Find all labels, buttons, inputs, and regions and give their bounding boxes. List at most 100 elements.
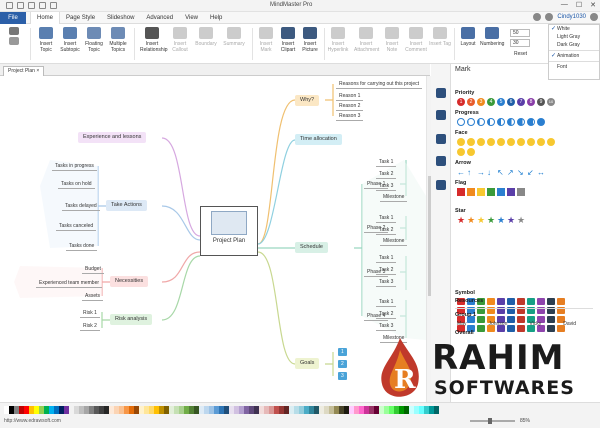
new-icon[interactable] [6,2,13,9]
neutral-face-icon[interactable] [487,138,495,146]
angry-face-icon[interactable] [507,138,515,146]
arrow-up-left-icon[interactable]: ↖ [497,168,505,177]
progress-icon[interactable] [457,118,465,126]
username[interactable]: Cindy1030 [557,14,586,20]
milestone-item[interactable]: Milestone [380,193,408,202]
spacing-v-input[interactable]: 30 [510,39,530,47]
tasks-canceled[interactable]: Tasks canceled [56,222,97,231]
cloud-icon[interactable] [533,13,542,21]
symbol-icon[interactable] [507,298,515,305]
tab-project-plan[interactable]: Project Plan × [3,66,45,76]
minimize-button[interactable]: — [561,1,568,9]
task-item[interactable]: Task 1 [376,214,397,223]
close-button[interactable]: ✕ [590,1,596,9]
outline-icon[interactable] [436,156,446,166]
menu-help[interactable]: Help [204,12,228,24]
arrow-horizontal-icon[interactable]: ↔ [537,168,545,177]
grin-face-icon[interactable] [467,138,475,146]
task-item[interactable]: Task 2 [376,310,397,319]
symbol-icon[interactable] [487,298,495,305]
share-icon[interactable] [545,13,554,21]
theme-white-option[interactable]: White [549,25,599,33]
arrow-down-icon[interactable]: ↓ [487,168,495,177]
milestone-item[interactable]: Milestone [380,237,408,246]
star-green-icon[interactable]: ★ [487,215,495,225]
priority-icon[interactable]: 7 [517,98,525,106]
undo-icon[interactable] [39,2,46,9]
topic-experience[interactable]: Experience and lessons [78,132,147,143]
zoom-slider[interactable] [470,418,515,424]
numbering-button[interactable]: Numbering [480,27,504,63]
save-icon[interactable] [28,2,35,9]
flag-red-icon[interactable] [457,188,465,196]
insert-picture-button[interactable]: Insert Picture [298,27,322,63]
flag-green-icon[interactable] [487,188,495,196]
paste-icon[interactable] [9,37,19,45]
priority-icon[interactable]: 6 [507,98,515,106]
mark-panel-icon[interactable] [436,134,446,144]
priority-icon[interactable]: 1 [457,98,465,106]
priority-icon[interactable]: 10 [547,98,555,106]
maximize-button[interactable]: ☐ [576,1,582,9]
task-item[interactable]: Task 3 [376,322,397,331]
cool-face-icon[interactable] [547,138,555,146]
website-link[interactable]: http://www.edrawsoft.com [4,418,61,424]
tasks-done[interactable]: Tasks done [66,242,98,251]
wink-face-icon[interactable] [537,138,545,146]
flag-gray-icon[interactable] [517,188,525,196]
menu-home[interactable]: Home [30,12,61,24]
symbol-icon[interactable] [497,298,505,305]
tasks-on-hold[interactable]: Tasks on hold [58,180,95,189]
tasks-delayed[interactable]: Tasks delayed [62,202,100,211]
central-topic[interactable]: Project Plan [200,206,258,256]
insert-tag-button[interactable]: Insert Tag [428,27,452,63]
insert-clipart-button[interactable]: Insert Clipart [276,27,300,63]
format-icon[interactable] [436,88,446,98]
reason-1[interactable]: Reason 1 [336,92,364,101]
star-purple-icon[interactable]: ★ [507,215,515,225]
theme-light-gray-option[interactable]: Light Gray [549,33,599,41]
reason-3[interactable]: Reason 3 [336,112,364,121]
insert-note-button[interactable]: Insert Note [380,27,404,63]
task-item[interactable]: Task 3 [376,278,397,287]
happy-face-icon[interactable] [477,138,485,146]
priority-icon[interactable]: 8 [527,98,535,106]
progress-icon[interactable] [497,118,505,126]
theme-icon[interactable] [590,13,598,21]
arrow-down-left-icon[interactable]: ↙ [527,168,535,177]
arrow-up-icon[interactable]: ↑ [467,168,475,177]
insert-relationship-button[interactable]: Insert Relationship [140,27,168,63]
progress-icon[interactable] [467,118,475,126]
clipart-panel-icon[interactable] [436,110,446,120]
insert-mark-button[interactable]: Insert Mark [254,27,278,63]
calendar-icon[interactable] [436,180,446,190]
star-blue-icon[interactable]: ★ [497,215,505,225]
symbol-icon[interactable] [537,298,545,305]
menu-advanced[interactable]: Advanced [140,12,179,24]
insert-callout-button[interactable]: Insert Callout [168,27,192,63]
topic-take-actions[interactable]: Take Actions [106,200,147,211]
person-vicky[interactable]: Vicky [529,321,541,327]
arrow-right-icon[interactable]: → [477,168,485,177]
symbol-icon[interactable] [517,298,525,305]
progress-icon[interactable] [507,118,515,126]
goal-item[interactable]: 3 [338,372,347,380]
symbol-icon[interactable] [547,298,555,305]
menu-page-style[interactable]: Page Style [60,12,101,24]
milestone-item[interactable]: Milestone [380,334,408,343]
symbol-icon[interactable] [557,298,565,305]
progress-icon[interactable] [477,118,485,126]
assets-item[interactable]: Assets [82,292,104,301]
symbol-icon[interactable] [527,298,535,305]
team-member-item[interactable]: Experienced team member [36,279,103,288]
mindmap-canvas[interactable]: Project Plan Why? Reasons for carrying o… [0,76,426,402]
priority-icon[interactable]: 3 [477,98,485,106]
spacing-h-input[interactable]: 50 [510,29,530,37]
task-item[interactable]: Task 1 [376,254,397,263]
summary-button[interactable]: Summary [222,27,246,63]
priority-icon[interactable]: 9 [537,98,545,106]
topic-why[interactable]: Why? [295,95,320,106]
progress-icon[interactable] [527,118,535,126]
cut-icon[interactable] [9,27,19,35]
floating-topic-button[interactable]: Floating Topic [82,27,106,63]
